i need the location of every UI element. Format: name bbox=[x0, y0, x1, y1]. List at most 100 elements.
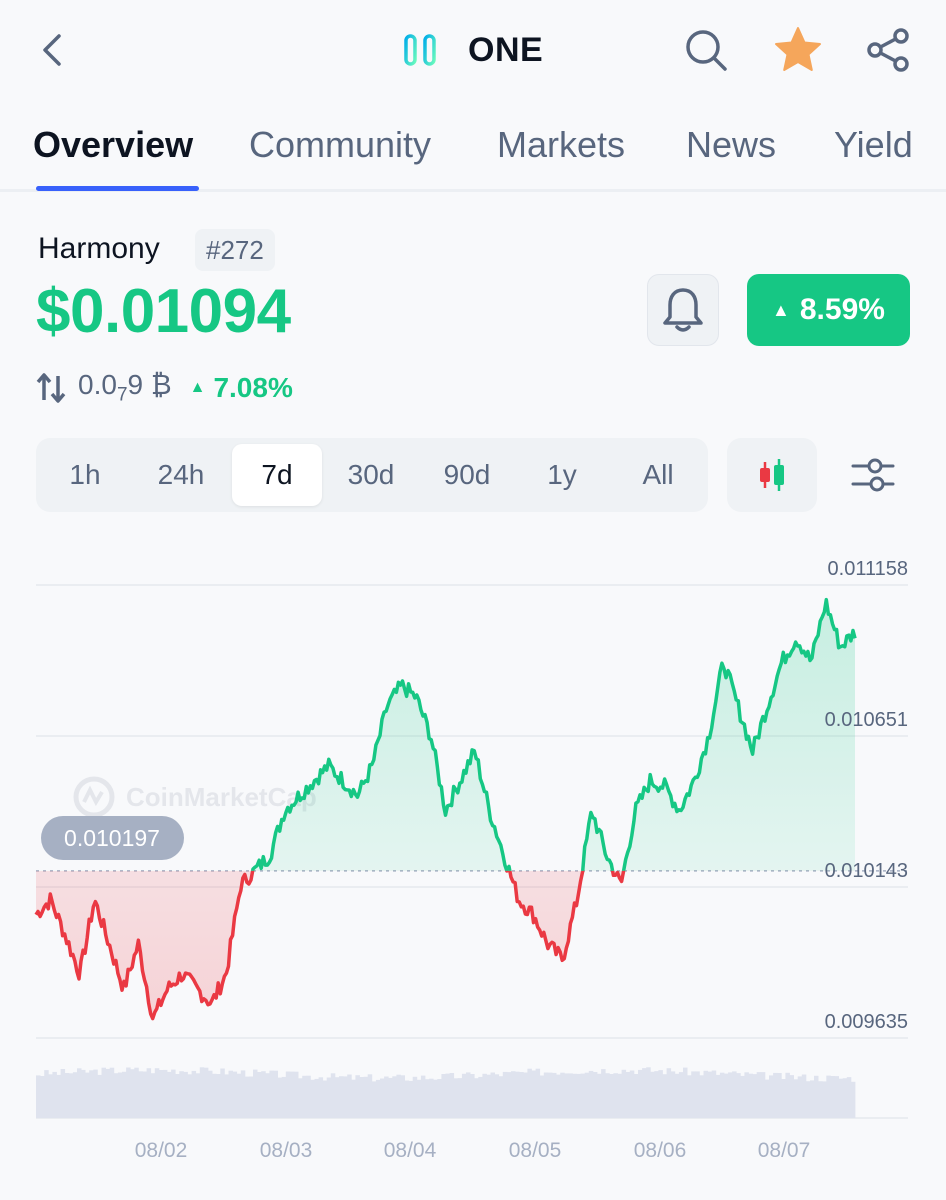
volume-bar bbox=[736, 1073, 741, 1118]
volume-bar bbox=[793, 1079, 799, 1118]
volume-bar bbox=[339, 1076, 344, 1118]
volume-bar bbox=[367, 1074, 373, 1118]
volume-bar bbox=[384, 1076, 389, 1118]
tab-news[interactable]: News bbox=[686, 124, 776, 166]
volume-bar bbox=[457, 1078, 463, 1118]
volume-bar bbox=[310, 1079, 315, 1118]
volume-bar bbox=[105, 1068, 111, 1118]
volume-bar bbox=[658, 1070, 663, 1118]
volume-bar bbox=[334, 1077, 340, 1118]
volume-bar bbox=[588, 1070, 594, 1118]
search-button[interactable] bbox=[680, 24, 732, 76]
back-button[interactable] bbox=[30, 22, 74, 78]
btc-price-zero-count: 7 bbox=[116, 384, 128, 406]
btc-price: 0.079 ₿ bbox=[78, 369, 172, 407]
tab-overview[interactable]: Overview bbox=[33, 124, 193, 166]
volume-bar bbox=[52, 1071, 57, 1118]
volume-bar bbox=[441, 1074, 446, 1118]
volume-bar bbox=[576, 1073, 581, 1118]
volume-bar bbox=[408, 1080, 414, 1118]
share-button[interactable] bbox=[862, 24, 914, 76]
volume-bar bbox=[175, 1074, 180, 1118]
price-alert-button[interactable] bbox=[647, 274, 719, 346]
volume-bar bbox=[740, 1075, 745, 1118]
share-icon bbox=[867, 28, 909, 72]
active-tab-indicator bbox=[36, 186, 199, 191]
volume-bar bbox=[244, 1076, 250, 1118]
volume-bar bbox=[838, 1078, 844, 1118]
range-1y[interactable]: 1y bbox=[517, 444, 607, 506]
volume-bar bbox=[552, 1072, 557, 1118]
volume-bar bbox=[273, 1070, 278, 1118]
volume-bar bbox=[781, 1079, 786, 1118]
volume-bar bbox=[498, 1076, 504, 1118]
volume-bar bbox=[769, 1075, 774, 1118]
volume-bar bbox=[470, 1074, 475, 1118]
volume-bar bbox=[208, 1070, 213, 1118]
volume-bar bbox=[527, 1068, 532, 1118]
volume-bar bbox=[187, 1074, 192, 1118]
triangle-up-icon: ▲ bbox=[772, 299, 790, 320]
volume-bar bbox=[72, 1072, 78, 1118]
volume-bar bbox=[154, 1068, 160, 1118]
volume-bar bbox=[662, 1074, 667, 1118]
volume-bar bbox=[77, 1068, 82, 1118]
volume-bar bbox=[609, 1074, 614, 1118]
swap-arrows-icon bbox=[36, 373, 66, 403]
btc-price-suffix: 9 bbox=[127, 369, 144, 401]
volume-bar bbox=[732, 1071, 737, 1118]
volume-bar bbox=[396, 1074, 401, 1118]
volume-bar bbox=[617, 1073, 622, 1118]
volume-bar bbox=[531, 1070, 536, 1118]
volume-bar bbox=[506, 1072, 512, 1118]
chart-type-toggle[interactable] bbox=[727, 438, 817, 512]
range-7d[interactable]: 7d bbox=[232, 444, 322, 506]
range-1h[interactable]: 1h bbox=[40, 444, 130, 506]
volume-bar bbox=[355, 1075, 360, 1118]
volume-bar bbox=[433, 1079, 438, 1118]
coin-price: $0.01094 bbox=[36, 277, 291, 346]
volume-bar bbox=[683, 1067, 688, 1118]
price-chart[interactable]: CoinMarketCap 0.011158 0.010651 0.010143 0.… bbox=[0, 540, 946, 1180]
volume-bar bbox=[445, 1073, 450, 1118]
volume-bar bbox=[195, 1073, 201, 1118]
baseline-label: 0.010197 bbox=[41, 816, 184, 860]
sliders-icon bbox=[851, 458, 895, 492]
search-icon bbox=[686, 30, 727, 71]
volume-bar bbox=[371, 1081, 377, 1118]
volume-bar bbox=[826, 1075, 831, 1118]
volume-bar bbox=[760, 1072, 766, 1118]
range-30d[interactable]: 30d bbox=[326, 444, 416, 506]
volume-bar bbox=[277, 1077, 283, 1118]
volume-bar bbox=[797, 1076, 803, 1118]
bell-icon bbox=[663, 288, 703, 332]
volume-bar bbox=[388, 1077, 393, 1118]
volume-bar bbox=[224, 1074, 229, 1118]
volume-bar bbox=[592, 1072, 598, 1118]
range-all[interactable]: All bbox=[613, 444, 703, 506]
harmony-logo-icon bbox=[404, 34, 436, 66]
volume-bar bbox=[638, 1069, 643, 1118]
volume-bar bbox=[150, 1073, 156, 1118]
volume-bar bbox=[265, 1073, 270, 1118]
chevron-left-icon bbox=[43, 34, 61, 66]
chart-settings-button[interactable] bbox=[846, 448, 900, 502]
range-24h[interactable]: 24h bbox=[136, 444, 226, 506]
volume-bar bbox=[191, 1070, 197, 1118]
coin-title-group: ONE bbox=[400, 22, 543, 78]
tab-markets[interactable]: Markets bbox=[497, 124, 625, 166]
range-90d[interactable]: 90d bbox=[422, 444, 512, 506]
volume-bar bbox=[642, 1068, 647, 1118]
watchlist-star-button[interactable] bbox=[772, 24, 824, 76]
volume-bars bbox=[36, 1067, 856, 1118]
tab-community[interactable]: Community bbox=[249, 124, 431, 166]
volume-bar bbox=[400, 1075, 405, 1118]
volume-bar bbox=[404, 1080, 410, 1118]
volume-bar bbox=[347, 1074, 352, 1118]
volume-bar bbox=[818, 1081, 823, 1118]
volume-bar bbox=[633, 1074, 639, 1118]
tab-yield[interactable]: Yield bbox=[834, 124, 913, 166]
y-tick-label: 0.011158 bbox=[828, 558, 908, 580]
btc-price-prefix: 0.0 bbox=[78, 369, 117, 401]
volume-bar bbox=[695, 1071, 700, 1118]
